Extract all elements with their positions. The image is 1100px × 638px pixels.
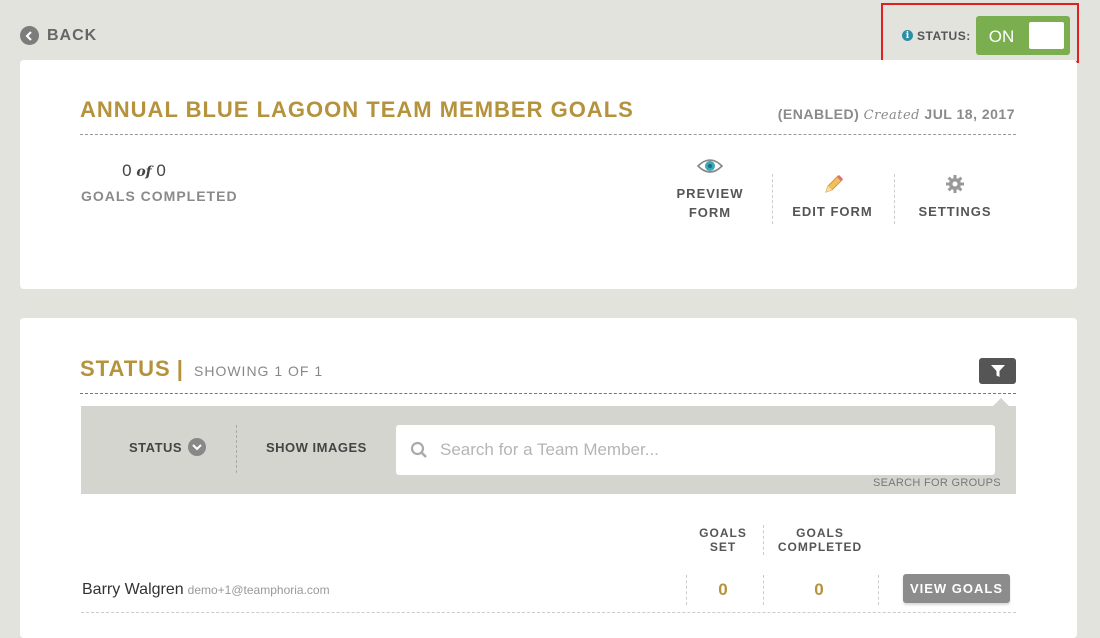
status-toggle[interactable]: ON	[975, 16, 1070, 55]
search-input[interactable]	[438, 439, 995, 461]
filter-button[interactable]	[979, 358, 1016, 384]
goals-completed-count: 0 of 0	[80, 161, 208, 181]
filter-panel-caret	[993, 398, 1009, 406]
filter-separator	[236, 425, 237, 473]
chevron-down-icon	[188, 438, 207, 456]
search-box	[396, 425, 995, 475]
table-row: Barry Walgren demo+1@teamphoria.com	[82, 581, 330, 599]
status-filter-label: STATUS	[129, 439, 183, 455]
goals-completed-label: GOALS COMPLETED	[81, 188, 238, 204]
divider	[80, 134, 1016, 135]
back-label: BACK	[47, 26, 98, 44]
row-divider	[81, 612, 1016, 613]
show-images-toggle[interactable]: SHOW IMAGES	[266, 440, 367, 455]
edit-form-button[interactable]: EDIT FORM	[785, 174, 880, 221]
col-goals-set-line2: SET	[709, 540, 737, 554]
back-button[interactable]: BACK	[20, 26, 97, 45]
col-goals-completed: GOALS COMPLETED	[770, 526, 870, 554]
col-goals-completed-line2: COMPLETED	[777, 540, 863, 554]
completed-count: 0	[122, 161, 132, 180]
section-title: STATUS |	[80, 356, 190, 382]
preview-form-button[interactable]: PREVIEW FORM	[670, 156, 750, 222]
total-count: 0	[156, 161, 166, 180]
settings-label: SETTINGS	[918, 204, 992, 219]
heading-separator: |	[176, 356, 184, 381]
col-goals-set: GOALS SET	[688, 526, 758, 554]
column-separator	[763, 525, 764, 555]
info-icon[interactable]: i	[902, 30, 913, 41]
status-heading: STATUS	[80, 356, 171, 381]
page-title: ANNUAL BLUE LAGOON TEAM MEMBER GOALS	[80, 97, 634, 122]
showing-count: SHOWING 1 OF 1	[194, 363, 324, 379]
of-word: of	[136, 164, 152, 180]
toggle-knob	[1028, 22, 1064, 49]
row-separator	[763, 575, 764, 605]
col-goals-completed-line1: GOALS	[796, 526, 844, 540]
status-control: i STATUS: ON	[902, 16, 1070, 55]
preview-label-line1: PREVIEW	[676, 186, 744, 201]
status-label: STATUS:	[917, 28, 971, 43]
edit-form-label: EDIT FORM	[792, 204, 873, 219]
member-email: demo+1@teamphoria.com	[187, 583, 330, 597]
col-goals-set-line1: GOALS	[699, 526, 747, 540]
action-separator	[772, 174, 773, 224]
row-separator	[686, 575, 687, 605]
divider	[80, 393, 1016, 394]
goals-set-value: 0	[718, 580, 728, 599]
member-name: Barry Walgren	[82, 581, 184, 598]
toggle-on-label: ON	[988, 27, 1015, 46]
row-separator	[878, 575, 879, 605]
settings-button[interactable]: SETTINGS	[910, 174, 1000, 221]
gear-icon	[910, 174, 1000, 202]
created-date: JUL 18, 2017	[924, 106, 1015, 122]
created-word: Created	[863, 108, 921, 123]
action-separator	[894, 174, 895, 224]
enabled-badge: (ENABLED)	[777, 106, 860, 122]
eye-icon	[670, 156, 750, 184]
pencil-icon	[785, 174, 880, 202]
funnel-icon	[990, 364, 1005, 377]
preview-label-line2: FORM	[688, 205, 732, 220]
search-for-groups-link[interactable]: SEARCH FOR GROUPS	[873, 477, 1001, 489]
status-filter-dropdown[interactable]: STATUS	[129, 438, 207, 456]
chevron-left-icon	[20, 26, 39, 45]
view-goals-button[interactable]: VIEW GOALS	[903, 574, 1010, 603]
goals-completed-value: 0	[814, 580, 824, 599]
search-icon	[410, 441, 428, 459]
created-info: (ENABLED) Created JUL 18, 2017	[778, 106, 1015, 123]
